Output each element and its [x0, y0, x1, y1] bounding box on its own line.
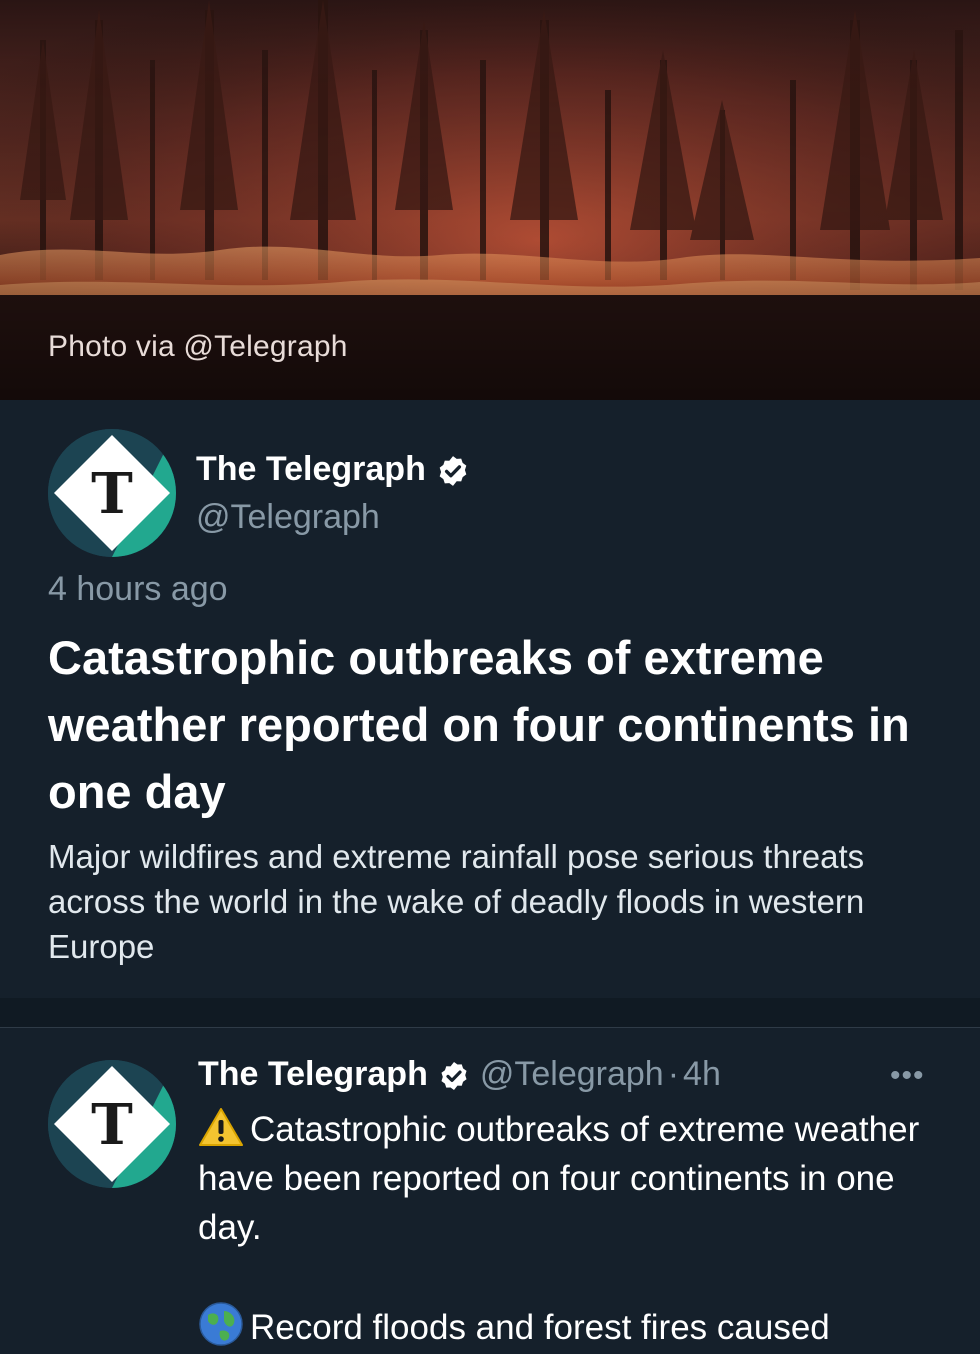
tweet-line-2-text: Record floods and forest fires caused [250, 1308, 830, 1347]
tweet-timestamp[interactable]: 4h [683, 1055, 721, 1093]
event-timestamp: 4 hours ago [48, 570, 228, 608]
tweet-line-1: Catastrophic outbreaks of extreme weathe… [198, 1105, 928, 1252]
author-name[interactable]: The Telegraph [196, 450, 470, 489]
svg-text:T: T [91, 461, 133, 527]
photo-credit-caption: Photo via @Telegraph [48, 330, 348, 363]
tweet-line-2: Record floods and forest fires caused [198, 1301, 928, 1352]
event-hero-photo[interactable]: Photo via @Telegraph [0, 0, 980, 400]
more-options-icon[interactable]: ••• [890, 1059, 925, 1093]
telegraph-logo-icon: T [48, 429, 176, 557]
tweet-text: Catastrophic outbreaks of extreme weathe… [198, 1105, 928, 1352]
author-avatar[interactable]: T [48, 429, 176, 557]
verified-badge-icon [439, 456, 467, 486]
author-handle[interactable]: @Telegraph [196, 498, 380, 537]
telegraph-logo-icon: T [48, 1060, 176, 1188]
section-divider [0, 998, 980, 1028]
tweet-author-name[interactable]: The Telegraph [198, 1055, 428, 1093]
verified-badge-icon [441, 1062, 467, 1091]
tweet-author-avatar[interactable]: T [48, 1060, 176, 1188]
tweet-header: The Telegraph @Telegraph · 4h [198, 1055, 721, 1094]
svg-text:T: T [91, 1092, 133, 1158]
event-summary: Major wildfires and extreme rainfall pos… [48, 838, 865, 965]
meta-separator: · [667, 1055, 680, 1093]
tweet-line-1-text: Catastrophic outbreaks of extreme weathe… [198, 1110, 920, 1247]
tweet-author-handle[interactable]: @Telegraph [480, 1055, 664, 1093]
warning-emoji-icon [199, 1108, 243, 1146]
tweet[interactable]: T The Telegraph @Telegraph · 4h ••• Catast… [0, 1029, 980, 1354]
event-card: T The Telegraph @Telegraph 4 hours ago C… [0, 400, 980, 998]
event-headline: Catastrophic outbreaks of extreme weathe… [48, 631, 910, 818]
author-name-text: The Telegraph [196, 450, 426, 488]
globe-emoji-icon [199, 1302, 243, 1346]
